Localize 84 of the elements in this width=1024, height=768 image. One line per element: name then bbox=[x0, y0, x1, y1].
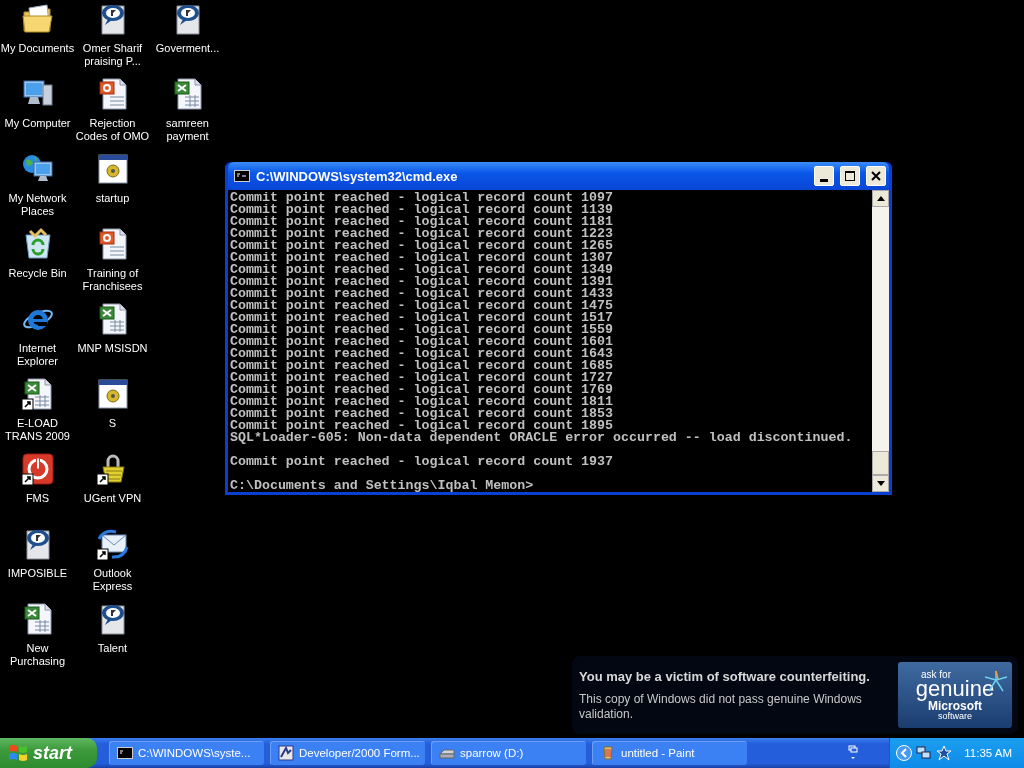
paint-icon bbox=[600, 745, 616, 761]
minimize-button[interactable] bbox=[814, 166, 834, 186]
icon-label[interactable]: Training of Franchisees bbox=[75, 267, 150, 293]
console-line: Commit point reached - logical record count 1391 bbox=[230, 276, 613, 288]
icon-label[interactable]: Recycle Bin bbox=[8, 267, 67, 280]
taskbar-button[interactable]: untitled - Paint bbox=[592, 741, 747, 765]
icon-label[interactable]: Omer Sharif praising P... bbox=[75, 42, 150, 68]
icon-label[interactable]: My Computer bbox=[4, 117, 71, 130]
scroll-thumb[interactable] bbox=[872, 451, 889, 475]
genuine-badge[interactable]: ask for genuine Microsoft software bbox=[898, 662, 1012, 728]
maximize-button[interactable] bbox=[840, 166, 860, 186]
console-line: C:\Documents and Settings\Iqbal Memon> bbox=[230, 480, 534, 492]
star-icon[interactable] bbox=[936, 745, 953, 761]
shortcut-power-icon[interactable] bbox=[20, 452, 55, 486]
maximize-icon bbox=[844, 170, 856, 182]
badge-text: ask for bbox=[921, 669, 951, 680]
close-icon bbox=[870, 170, 882, 182]
app-window-icon[interactable] bbox=[95, 377, 130, 411]
taskbar-button[interactable]: C:\WINDOWS\syste... bbox=[109, 741, 264, 765]
icon-label[interactable]: Rejection Codes of OMO bbox=[75, 117, 150, 143]
notice-title: You may be a victim of software counterfeiting. bbox=[579, 668, 871, 684]
badge-text: software bbox=[938, 711, 972, 721]
badge-text: Microsoft bbox=[928, 699, 982, 712]
app-window-icon[interactable] bbox=[95, 152, 130, 186]
start-button[interactable]: start bbox=[0, 738, 97, 768]
console-line: SQL*Loader-605: Non-data dependent ORACLE error occurred -- load discontinued. bbox=[230, 432, 853, 444]
console-line: Commit point reached - logical record count 1895 bbox=[230, 420, 613, 432]
windows-flag-icon bbox=[8, 743, 28, 763]
icon-label[interactable]: My Network Places bbox=[0, 192, 75, 218]
taskbar-button[interactable]: Developer/2000 Form... bbox=[270, 741, 425, 765]
console-line: Commit point reached - logical record count 1601 bbox=[230, 336, 613, 348]
console-line: Commit point reached - logical record count 1097 bbox=[230, 192, 613, 204]
icon-label[interactable]: Outlook Express bbox=[75, 567, 150, 593]
folder-icon[interactable] bbox=[20, 2, 55, 36]
icon-label[interactable]: Goverment... bbox=[155, 42, 220, 55]
badge-text: genuine bbox=[915, 677, 995, 700]
console-line: Commit point reached - logical record count 1223 bbox=[230, 228, 613, 240]
console-icon bbox=[234, 170, 250, 182]
console-line: Commit point reached - logical record count 1853 bbox=[230, 408, 613, 420]
window-title: C:\WINDOWS\system32\cmd.exe bbox=[256, 168, 459, 184]
icon-label[interactable]: E-LOAD TRANS 2009 bbox=[0, 417, 75, 443]
taskbar-button[interactable]: sparrow (D:) bbox=[431, 741, 586, 765]
notice-message: This copy of Windows did not pass genuine Windows validation. bbox=[579, 691, 863, 722]
icon-label[interactable]: startup bbox=[95, 192, 130, 205]
icon-label[interactable]: FMS bbox=[25, 492, 50, 505]
console-line: Commit point reached - logical record count 1727 bbox=[230, 372, 613, 384]
down-arrow-icon bbox=[876, 481, 885, 486]
icon-label[interactable]: MNP MSISDN bbox=[77, 342, 148, 355]
scroll-down-button[interactable] bbox=[872, 475, 889, 492]
console-line: Commit point reached - logical record count 1517 bbox=[230, 312, 613, 324]
icon-label[interactable]: UGent VPN bbox=[83, 492, 142, 505]
restore-icon[interactable] bbox=[848, 745, 859, 761]
console-line: Commit point reached - logical record count 1265 bbox=[230, 240, 613, 252]
minimize-icon bbox=[820, 178, 828, 182]
shortcut-envelope-icon[interactable] bbox=[95, 527, 130, 561]
network-computers-icon[interactable] bbox=[916, 745, 933, 761]
console-line: Commit point reached - logical record count 1139 bbox=[230, 204, 613, 216]
console-line: Commit point reached - logical record count 1811 bbox=[230, 396, 613, 408]
up-arrow-icon bbox=[876, 196, 885, 201]
console-line: Commit point reached - logical record count 1433 bbox=[230, 288, 613, 300]
close-button[interactable] bbox=[866, 166, 886, 186]
icon-label[interactable]: Internet Explorer bbox=[0, 342, 75, 368]
console-icon bbox=[117, 745, 133, 761]
icon-label[interactable]: S bbox=[108, 417, 117, 430]
icon-label[interactable]: samreen payment bbox=[150, 117, 225, 143]
forms-icon bbox=[278, 745, 294, 761]
chevron-icon[interactable] bbox=[896, 745, 913, 761]
scroll-up-button[interactable] bbox=[872, 190, 889, 207]
console-line: Commit point reached - logical record count 1181 bbox=[230, 216, 613, 228]
console-line: Commit point reached - logical record count 1475 bbox=[230, 300, 613, 312]
console-line: Commit point reached - logical record count 1769 bbox=[230, 384, 613, 396]
icon-label[interactable]: IMPOSIBLE bbox=[7, 567, 68, 580]
icon-label[interactable]: My Documents bbox=[0, 42, 75, 55]
scrollbar[interactable] bbox=[872, 190, 889, 492]
icon-label[interactable]: Talent bbox=[97, 642, 128, 655]
console-line: Commit point reached - logical record count 1643 bbox=[230, 348, 613, 360]
clock: 11:35 AM bbox=[964, 747, 1012, 759]
console-line: Commit point reached - logical record count 1685 bbox=[230, 360, 613, 372]
shortcut-spreadsheet-icon[interactable] bbox=[20, 377, 55, 411]
console-line: Commit point reached - logical record count 1307 bbox=[230, 252, 613, 264]
console-line: Commit point reached - logical record count 1349 bbox=[230, 264, 613, 276]
console-line: Commit point reached - logical record count 1937 bbox=[230, 456, 613, 468]
console-line: Commit point reached - logical record count 1559 bbox=[230, 324, 613, 336]
icon-label[interactable]: New Purchasing bbox=[0, 642, 75, 668]
